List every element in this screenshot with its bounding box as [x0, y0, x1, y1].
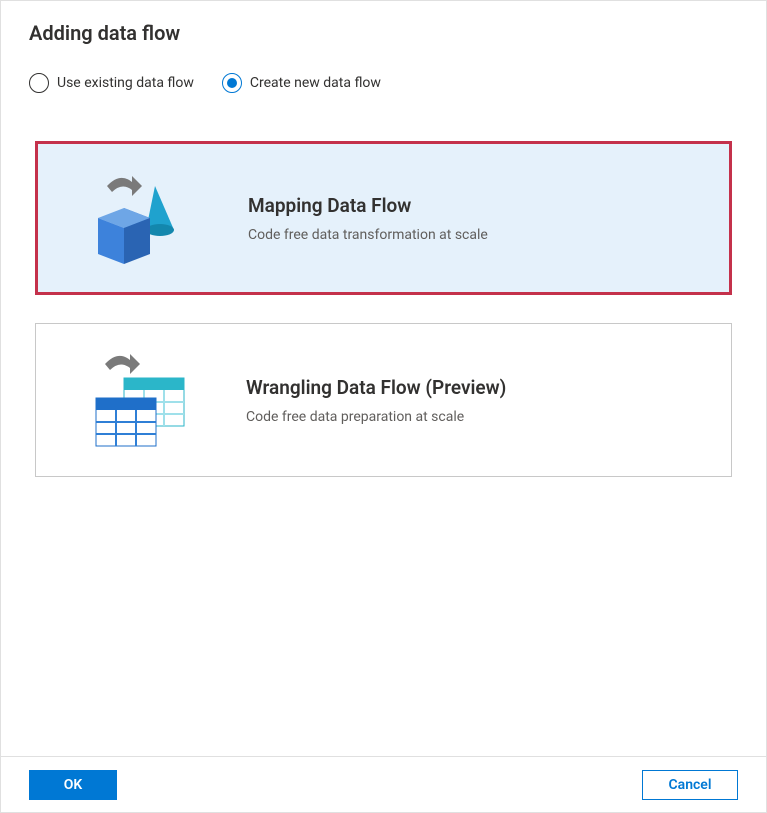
- card-description: Code free data transformation at scale: [248, 227, 705, 243]
- ok-button[interactable]: OK: [29, 770, 117, 800]
- radio-create-new[interactable]: Create new data flow: [222, 73, 381, 93]
- radio-use-existing[interactable]: Use existing data flow: [29, 73, 194, 93]
- dialog-footer: OK Cancel: [1, 756, 766, 812]
- radio-label: Create new data flow: [250, 75, 381, 91]
- card-text: Mapping Data Flow Code free data transfo…: [248, 194, 705, 243]
- card-text: Wrangling Data Flow (Preview) Code free …: [246, 376, 707, 425]
- card-wrangling-data-flow[interactable]: Wrangling Data Flow (Preview) Code free …: [35, 323, 732, 477]
- card-list: Mapping Data Flow Code free data transfo…: [29, 141, 738, 477]
- radio-circle-icon: [222, 73, 242, 93]
- radio-label: Use existing data flow: [57, 75, 194, 91]
- card-title: Mapping Data Flow: [248, 194, 705, 217]
- mapping-dataflow-icon: [92, 168, 192, 268]
- card-title: Wrangling Data Flow (Preview): [246, 376, 707, 399]
- dialog-content: Adding data flow Use existing data flow …: [1, 1, 766, 756]
- radio-group: Use existing data flow Create new data f…: [29, 73, 738, 93]
- radio-circle-icon: [29, 73, 49, 93]
- card-mapping-data-flow[interactable]: Mapping Data Flow Code free data transfo…: [35, 141, 732, 295]
- wrangling-dataflow-icon: [90, 350, 190, 450]
- card-description: Code free data preparation at scale: [246, 409, 707, 425]
- dialog-title: Adding data flow: [29, 21, 738, 45]
- radio-dot-icon: [227, 78, 237, 88]
- cancel-button[interactable]: Cancel: [642, 770, 738, 800]
